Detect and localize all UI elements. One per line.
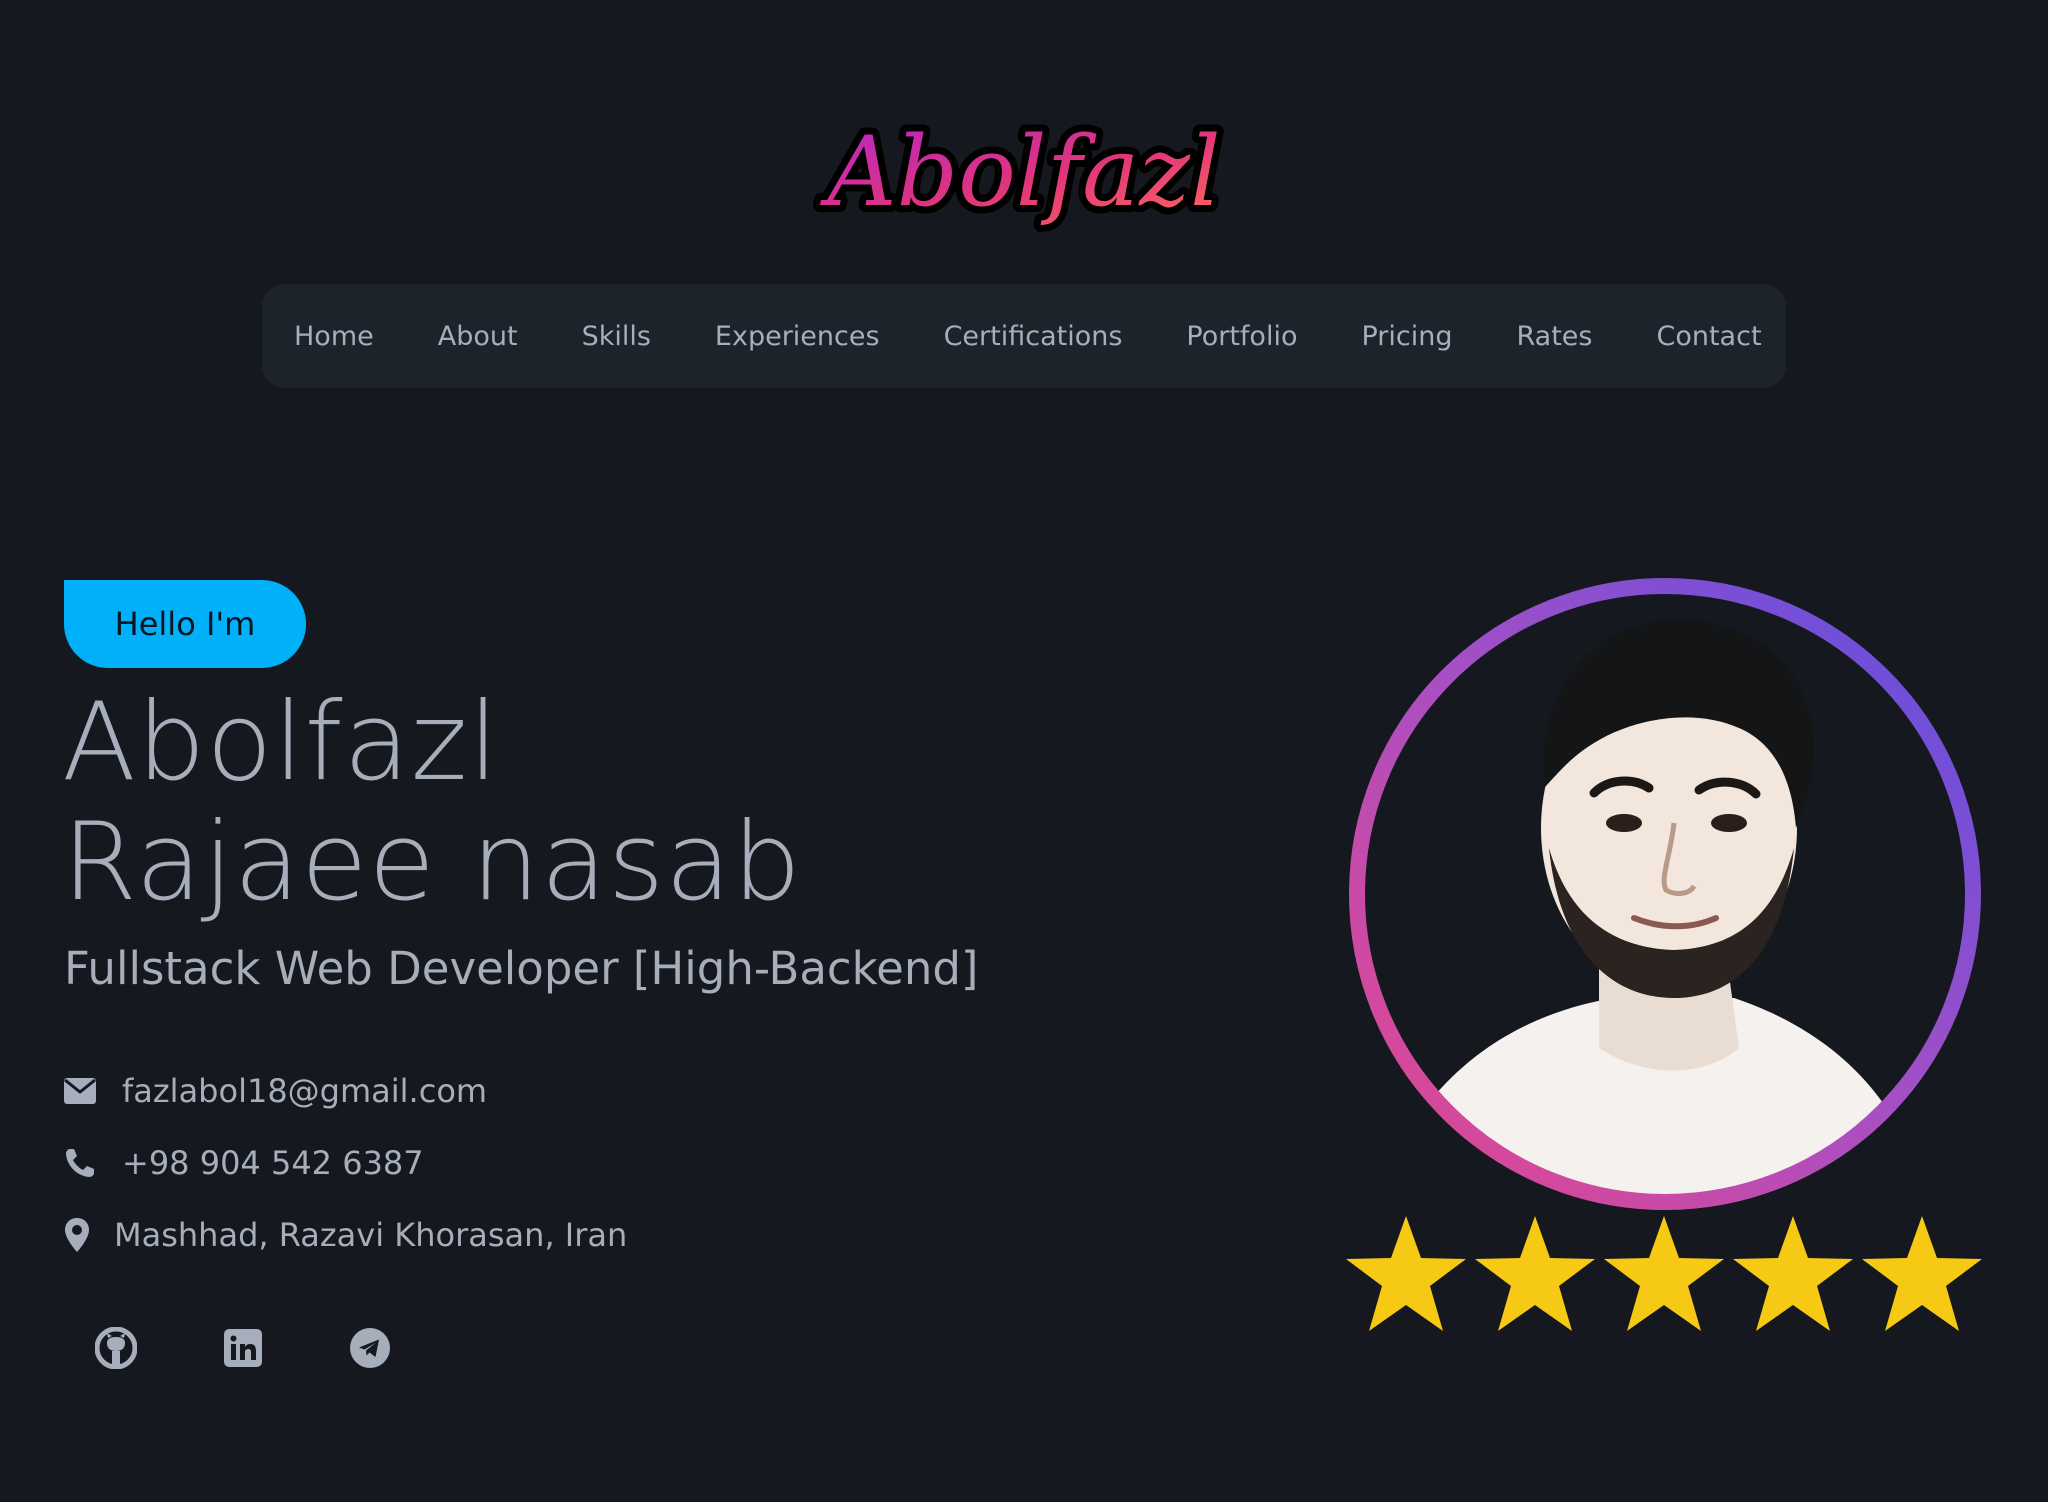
nav-experiences[interactable]: Experiences xyxy=(715,321,880,352)
main-nav: Home About Skills Experiences Certificat… xyxy=(262,284,1786,388)
contact-email[interactable]: fazlabol18@gmail.com xyxy=(64,1072,487,1110)
nav-pricing[interactable]: Pricing xyxy=(1361,321,1452,352)
telegram-icon[interactable] xyxy=(348,1326,392,1370)
profile-avatar xyxy=(1344,578,1986,1212)
map-pin-icon xyxy=(64,1218,98,1252)
nav-skills[interactable]: Skills xyxy=(582,321,651,352)
phone-icon xyxy=(64,1146,98,1180)
page: Abolfazl Abolfazl Home About Skills Expe… xyxy=(0,0,2048,1502)
phone-text: +98 904 542 6387 xyxy=(122,1144,424,1182)
name-last: Rajaee nasab xyxy=(62,800,802,925)
star-icon xyxy=(1604,1216,1724,1331)
contact-phone[interactable]: +98 904 542 6387 xyxy=(64,1144,424,1182)
github-icon[interactable] xyxy=(94,1326,138,1370)
nav-contact[interactable]: Contact xyxy=(1656,321,1761,352)
greeting-badge: Hello I'm xyxy=(64,580,306,668)
nav-rates[interactable]: Rates xyxy=(1517,321,1593,352)
nav-certifications[interactable]: Certifications xyxy=(944,321,1123,352)
star-icon xyxy=(1733,1216,1853,1331)
envelope-icon xyxy=(64,1074,98,1108)
logo-text: Abolfazl xyxy=(819,116,1220,228)
contact-location[interactable]: Mashhad, Razavi Khorasan, Iran xyxy=(64,1216,627,1254)
name-first: Abolfazl xyxy=(62,680,500,805)
logo-signature: Abolfazl Abolfazl xyxy=(812,109,1227,235)
social-links xyxy=(94,1326,475,1370)
nav-home[interactable]: Home xyxy=(294,321,374,352)
linkedin-icon[interactable] xyxy=(221,1326,265,1370)
star-icon xyxy=(1862,1216,1982,1331)
site-logo[interactable]: Abolfazl Abolfazl xyxy=(0,100,2048,250)
star-icon xyxy=(1346,1216,1466,1331)
nav-portfolio[interactable]: Portfolio xyxy=(1186,321,1297,352)
email-text: fazlabol18@gmail.com xyxy=(122,1072,488,1110)
star-icon xyxy=(1475,1216,1595,1331)
job-title: Fullstack Web Developer [High-Backend] xyxy=(64,942,979,995)
rating-stars xyxy=(1344,1214,1984,1334)
location-text: Mashhad, Razavi Khorasan, Iran xyxy=(114,1216,628,1254)
nav-about[interactable]: About xyxy=(438,321,518,352)
